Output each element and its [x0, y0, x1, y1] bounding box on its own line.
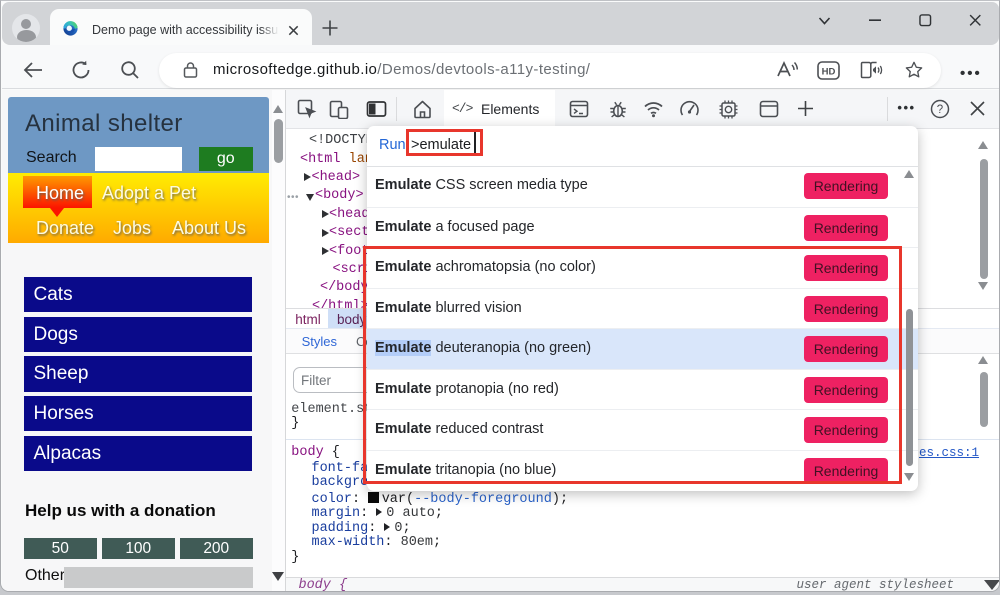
svg-text:?: ? — [937, 104, 943, 116]
svg-text:HD: HD — [822, 67, 836, 78]
